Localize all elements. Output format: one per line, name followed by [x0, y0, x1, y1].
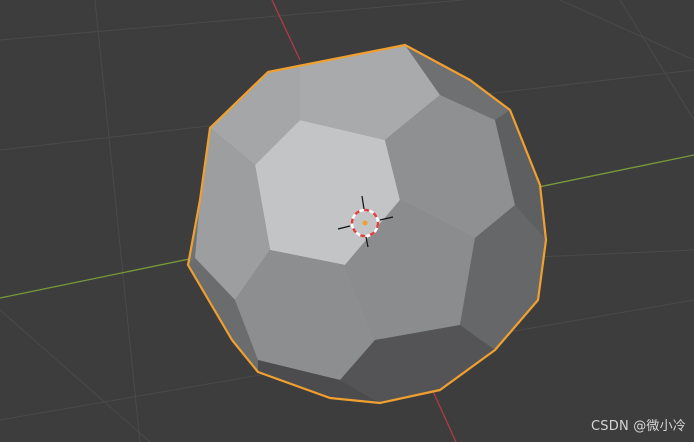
3d-viewport[interactable]: CSDN @微小冷 [0, 0, 694, 442]
watermark-text: CSDN @微小冷 [591, 419, 686, 434]
y-axis-line [271, 0, 301, 61]
viewport-canvas[interactable] [0, 0, 694, 442]
